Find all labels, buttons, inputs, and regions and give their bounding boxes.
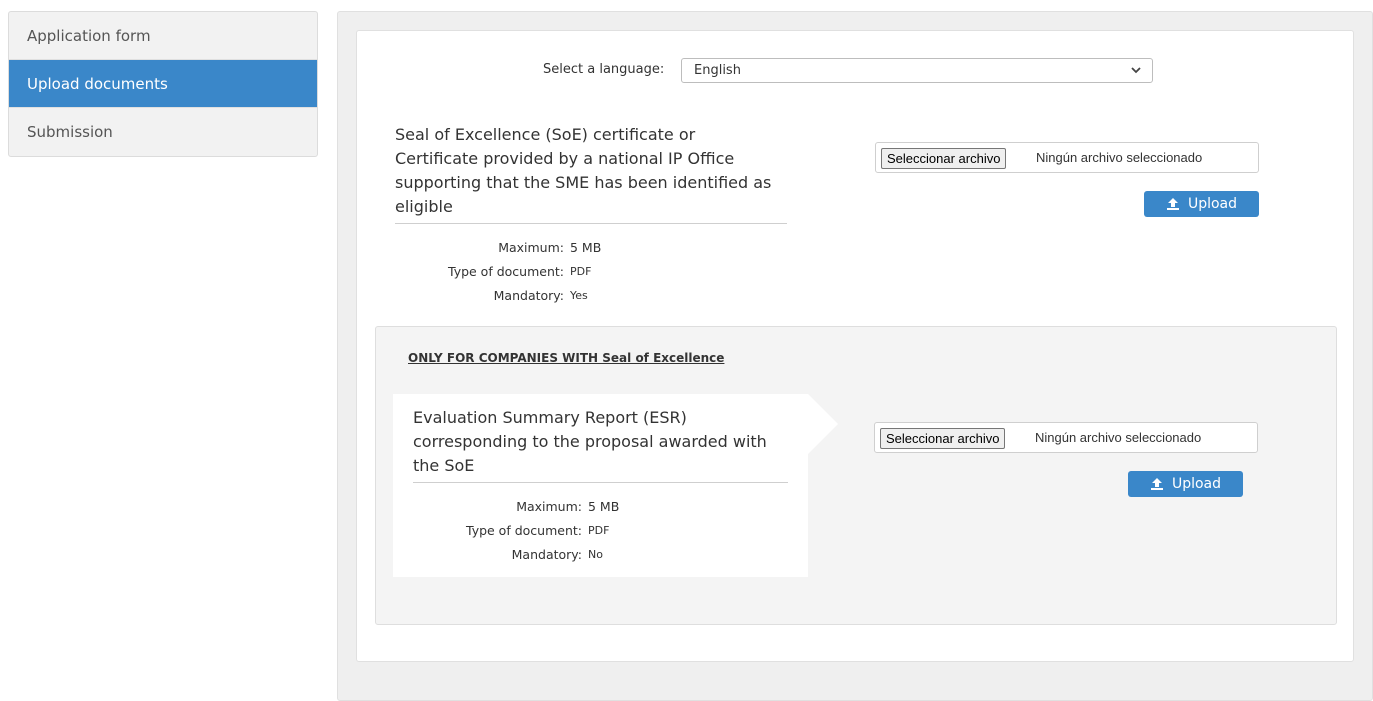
upload-button-esr[interactable]: Upload bbox=[1128, 471, 1243, 497]
upload-icon bbox=[1166, 191, 1180, 227]
max-size-label: Maximum: bbox=[498, 240, 564, 255]
upload-icon bbox=[1150, 471, 1164, 507]
file-input-esr[interactable]: Seleccionar archivo Ningún archivo selec… bbox=[874, 422, 1258, 453]
sidebar-item-application-form[interactable]: Application form bbox=[9, 12, 317, 60]
upload-documents-panel: Select a language: English Seal of Excel… bbox=[356, 30, 1354, 662]
max-size-label: Maximum: bbox=[516, 499, 582, 514]
doc-type-value: PDF bbox=[588, 524, 610, 537]
language-label: Select a language: bbox=[543, 62, 665, 77]
seal-of-excellence-section: ONLY FOR COMPANIES WITH Seal of Excellen… bbox=[375, 326, 1337, 625]
mandatory-label: Mandatory: bbox=[493, 288, 564, 303]
file-status-text: Ningún archivo seleccionado bbox=[1036, 150, 1203, 165]
doc-type-label: Type of document: bbox=[448, 264, 564, 279]
choose-file-button[interactable]: Seleccionar archivo bbox=[880, 428, 1006, 449]
language-row: Select a language: English bbox=[357, 58, 1353, 84]
chevron-down-icon bbox=[1130, 59, 1142, 90]
seal-section-heading: ONLY FOR COMPANIES WITH Seal of Excellen… bbox=[408, 351, 725, 365]
document-card-esr: Evaluation Summary Report (ESR) correspo… bbox=[393, 394, 838, 577]
file-status-text: Ningún archivo seleccionado bbox=[1035, 430, 1202, 445]
file-input-soe-certificate[interactable]: Seleccionar archivo Ningún archivo selec… bbox=[875, 142, 1259, 173]
document-title: Seal of Excellence (SoE) certificate or … bbox=[395, 123, 787, 224]
upload-button-label: Upload bbox=[1171, 476, 1222, 492]
mandatory-label: Mandatory: bbox=[511, 547, 582, 562]
content-panel: Select a language: English Seal of Excel… bbox=[337, 11, 1373, 701]
mandatory-value: No bbox=[588, 548, 603, 561]
document-title: Evaluation Summary Report (ESR) correspo… bbox=[413, 406, 788, 483]
document-meta: Maximum: 5 MB Type of document: PDF Mand… bbox=[413, 495, 788, 567]
language-select[interactable]: English bbox=[681, 58, 1153, 83]
choose-file-button[interactable]: Seleccionar archivo bbox=[881, 148, 1007, 169]
document-meta: Maximum: 5 MB Type of document: PDF Mand… bbox=[395, 236, 787, 308]
mandatory-value: Yes bbox=[570, 289, 588, 302]
sidebar-nav: Application form Upload documents Submis… bbox=[8, 11, 318, 157]
upload-button-soe-certificate[interactable]: Upload bbox=[1144, 191, 1259, 217]
language-selected-value: English bbox=[694, 63, 741, 78]
max-size-value: 5 MB bbox=[570, 240, 602, 255]
doc-type-label: Type of document: bbox=[466, 523, 582, 538]
document-card-soe-certificate: Seal of Excellence (SoE) certificate or … bbox=[375, 111, 837, 303]
upload-button-label: Upload bbox=[1187, 196, 1238, 212]
max-size-value: 5 MB bbox=[588, 499, 620, 514]
sidebar-item-upload-documents[interactable]: Upload documents bbox=[9, 60, 317, 108]
doc-type-value: PDF bbox=[570, 265, 592, 278]
sidebar-item-submission[interactable]: Submission bbox=[9, 108, 317, 156]
